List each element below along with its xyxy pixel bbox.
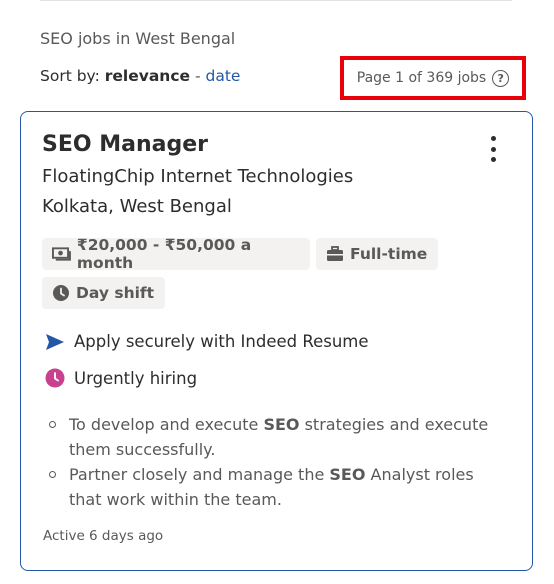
urgent-text: Urgently hiring [74,368,198,388]
company-name: FloatingChip Internet Technologies [42,166,354,187]
sort-bar: Sort by: relevance - date [40,67,240,85]
briefcase-icon [327,246,343,261]
snippet-text: Partner closely and manage the [69,465,330,484]
apply-feature: Apply securely with Indeed Resume [45,332,369,351]
job-location: Kolkata, West Bengal [42,196,232,217]
shift-text: Day shift [76,284,155,302]
urgent-feature: Urgently hiring [45,368,197,388]
snippet-keyword: SEO [329,465,366,484]
job-snippet: To develop and execute SEO strategies an… [49,412,509,512]
job-type-tag: Full-time [316,238,438,270]
page-count-text: Page 1 of 369 jobs [356,70,487,86]
send-arrow-icon [46,333,64,350]
job-card[interactable]: SEO Manager FloatingChip Internet Techno… [20,111,533,571]
search-context: SEO jobs in West Bengal [40,29,236,48]
sort-date-link[interactable]: date [205,67,240,85]
shift-tag: Day shift [42,277,165,309]
help-circle-icon[interactable]: ? [492,69,510,87]
snippet-text: To develop and execute [69,415,264,434]
snippet-keyword: SEO [263,415,300,434]
salary-tag: ₹20,000 - ₹50,000 a month [42,236,310,272]
urgent-clock-icon [45,368,65,388]
kebab-menu-icon[interactable] [483,136,503,162]
job-type-text: Full-time [350,245,428,263]
sort-label: Sort by: [40,67,100,85]
salary-text: ₹20,000 - ₹50,000 a month [76,236,252,272]
active-date: Active 6 days ago [43,528,164,544]
sort-relevance: relevance [104,67,191,85]
sort-separator: - [190,67,206,85]
job-title[interactable]: SEO Manager [42,132,208,157]
apply-text: Apply securely with Indeed Resume [74,332,369,351]
snippet-item: To develop and execute SEO strategies an… [49,412,509,462]
top-divider [40,0,512,1]
snippet-item: Partner closely and manage the SEO Analy… [49,462,509,512]
clock-icon [53,285,69,301]
page-count: Page 1 of 369 jobs ? [340,56,526,100]
help-glyph: ? [497,71,504,85]
money-icon [52,247,71,261]
